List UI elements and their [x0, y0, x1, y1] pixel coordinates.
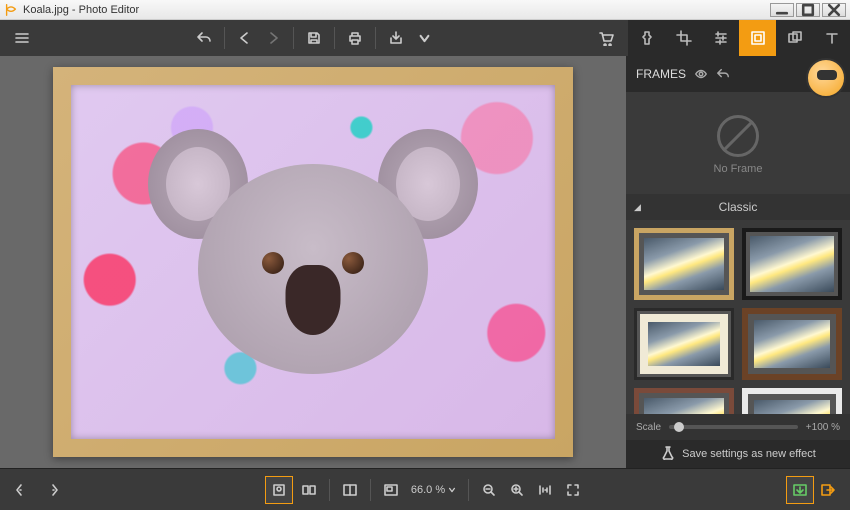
- maximize-button[interactable]: [796, 3, 820, 17]
- print-button[interactable]: [341, 24, 369, 52]
- zoom-fit-button[interactable]: [559, 476, 587, 504]
- single-view-button[interactable]: [265, 476, 293, 504]
- back-button[interactable]: [231, 24, 259, 52]
- image-preview: [71, 85, 555, 439]
- export-button[interactable]: [382, 24, 410, 52]
- separator: [334, 27, 335, 49]
- mascot-icon: [806, 58, 846, 98]
- frame-thumb-black[interactable]: [742, 228, 842, 300]
- window-title: Koala.jpg - Photo Editor: [23, 4, 770, 16]
- separator: [293, 27, 294, 49]
- main-area: FRAMES No Frame ◢ Classic Scale: [0, 56, 850, 468]
- scale-slider[interactable]: [669, 425, 798, 429]
- menu-button[interactable]: [8, 24, 36, 52]
- separator: [375, 27, 376, 49]
- scale-value: +100 %: [806, 422, 840, 433]
- frames-grid: [634, 224, 842, 414]
- frame-thumb-brown[interactable]: [742, 308, 842, 380]
- tab-effects[interactable]: [628, 20, 665, 56]
- no-frame-label: No Frame: [714, 163, 763, 175]
- visibility-icon[interactable]: [694, 67, 708, 81]
- save-effect-label: Save settings as new effect: [682, 448, 816, 460]
- tab-frames[interactable]: [739, 20, 776, 56]
- separator: [224, 27, 225, 49]
- applied-frame: [53, 67, 573, 457]
- bottom-toolbar: 66.0 %: [0, 468, 850, 510]
- save-as-effect-button[interactable]: Save settings as new effect: [626, 440, 850, 468]
- no-frame-option[interactable]: No Frame: [634, 100, 842, 190]
- frame-thumb-ornate[interactable]: [634, 388, 734, 414]
- scale-row: Scale +100 %: [626, 414, 850, 440]
- close-button[interactable]: [822, 3, 846, 17]
- separator: [468, 479, 469, 501]
- tab-text[interactable]: [813, 20, 850, 56]
- cart-button[interactable]: [592, 24, 620, 52]
- frame-thumb-white[interactable]: [742, 388, 842, 414]
- flask-icon: [660, 445, 676, 464]
- separator: [329, 479, 330, 501]
- export-dropdown[interactable]: [410, 24, 438, 52]
- right-tool-tabs: [628, 20, 850, 56]
- canvas-area[interactable]: [0, 56, 626, 468]
- app-icon: [4, 3, 18, 17]
- reset-icon[interactable]: [716, 67, 730, 81]
- frame-thumb-wood[interactable]: [634, 228, 734, 300]
- zoom-actual-button[interactable]: [531, 476, 559, 504]
- apply-button[interactable]: [786, 476, 814, 504]
- tab-adjust[interactable]: [702, 20, 739, 56]
- frames-panel: FRAMES No Frame ◢ Classic Scale: [626, 56, 850, 468]
- prev-image-button[interactable]: [8, 476, 36, 504]
- frames-scroll[interactable]: No Frame ◢ Classic: [626, 92, 850, 414]
- separator: [370, 479, 371, 501]
- zoom-value: 66.0 %: [411, 484, 445, 496]
- zoom-out-button[interactable]: [475, 476, 503, 504]
- save-button[interactable]: [300, 24, 328, 52]
- main-toolbar: [0, 20, 628, 56]
- window-controls: [770, 3, 846, 17]
- minimize-button[interactable]: [770, 3, 794, 17]
- compare-view-button[interactable]: [295, 476, 323, 504]
- next-image-button[interactable]: [38, 476, 66, 504]
- scale-label: Scale: [636, 422, 661, 433]
- forward-button[interactable]: [259, 24, 287, 52]
- panel-title: FRAMES: [636, 67, 686, 81]
- frame-thumb-matte[interactable]: [634, 308, 734, 380]
- no-frame-icon: [717, 115, 759, 157]
- close-editor-button[interactable]: [814, 476, 842, 504]
- undo-button[interactable]: [190, 24, 218, 52]
- collapse-icon: ◢: [634, 202, 641, 213]
- split-view-button[interactable]: [336, 476, 364, 504]
- zoom-readout[interactable]: 66.0 %: [405, 484, 462, 496]
- navigator-button[interactable]: [377, 476, 405, 504]
- zoom-in-button[interactable]: [503, 476, 531, 504]
- tab-overlay[interactable]: [776, 20, 813, 56]
- titlebar: Koala.jpg - Photo Editor: [0, 0, 850, 20]
- tab-crop[interactable]: [665, 20, 702, 56]
- category-label: Classic: [719, 200, 758, 214]
- category-header-classic[interactable]: ◢ Classic: [626, 194, 850, 220]
